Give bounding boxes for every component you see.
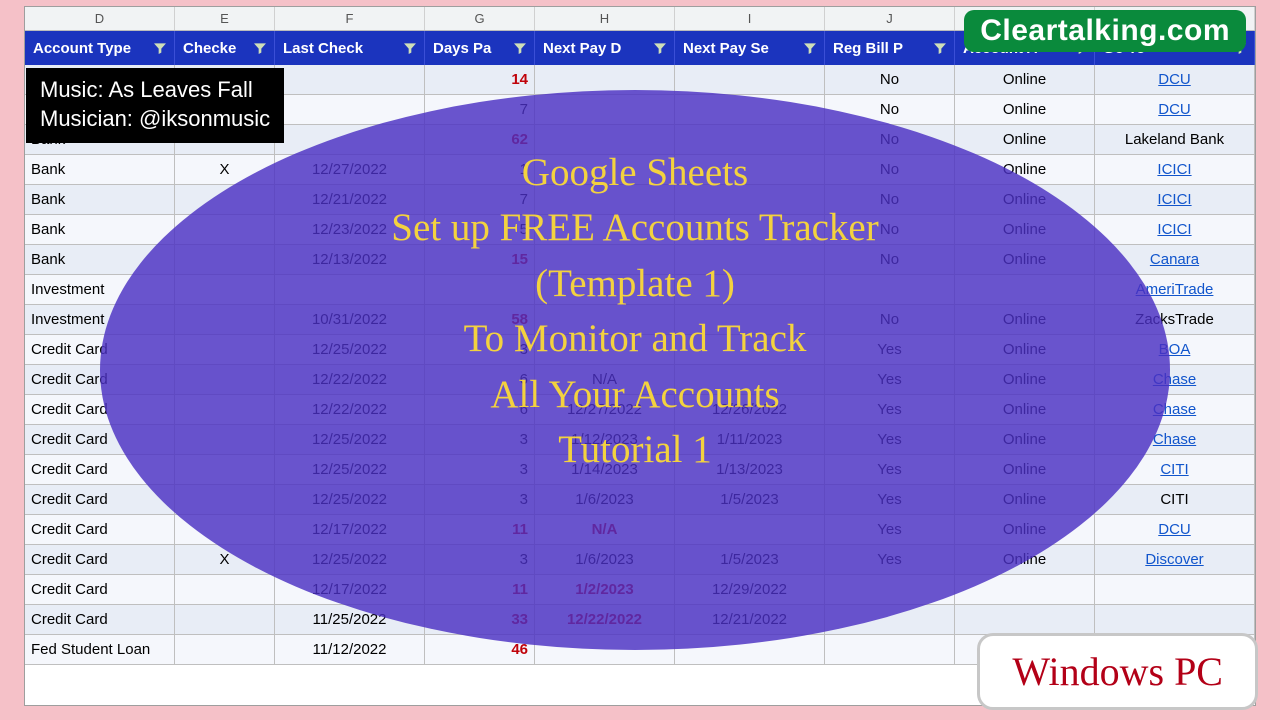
header-cell[interactable]: Days Pa <box>425 31 535 65</box>
header-label: Next Pay Se <box>683 40 769 57</box>
data-cell[interactable]: 14 <box>425 65 535 95</box>
header-label: Last Check <box>283 40 363 57</box>
goto-link[interactable]: Canara <box>1150 251 1199 268</box>
data-cell[interactable]: Credit Card <box>25 545 175 575</box>
platform-badge: Windows PC <box>977 633 1258 710</box>
data-cell[interactable]: Online <box>955 65 1095 95</box>
music-credit-line2: Musician: @iksonmusic <box>40 105 270 134</box>
header-cell[interactable]: Next Pay Se <box>675 31 825 65</box>
title-line: Tutorial 1 <box>120 422 1150 477</box>
header-label: Next Pay D <box>543 40 621 57</box>
goto-cell[interactable]: Discover <box>1095 545 1255 575</box>
goto-cell[interactable] <box>1095 605 1255 635</box>
title-line: All Your Accounts <box>120 367 1150 422</box>
goto-cell[interactable] <box>1095 575 1255 605</box>
column-letter[interactable]: H <box>535 7 675 30</box>
data-cell[interactable]: Online <box>955 95 1095 125</box>
header-cell[interactable]: Reg Bill P <box>825 31 955 65</box>
goto-link[interactable]: CITI <box>1160 461 1188 478</box>
column-letter[interactable]: D <box>25 7 175 30</box>
data-cell[interactable]: No <box>825 65 955 95</box>
data-cell[interactable] <box>825 635 955 665</box>
goto-cell[interactable]: CITI <box>1095 485 1255 515</box>
column-letter[interactable]: J <box>825 7 955 30</box>
data-cell[interactable] <box>175 635 275 665</box>
filter-icon[interactable] <box>252 40 268 56</box>
data-cell[interactable]: Credit Card <box>25 575 175 605</box>
filter-icon[interactable] <box>802 40 818 56</box>
header-label: Account Type <box>33 40 131 57</box>
column-letter[interactable]: G <box>425 7 535 30</box>
data-cell[interactable]: 11/12/2022 <box>275 635 425 665</box>
title-line: To Monitor and Track <box>120 311 1150 366</box>
header-cell[interactable]: Checke <box>175 31 275 65</box>
title-line: (Template 1) <box>120 256 1150 311</box>
goto-link[interactable]: DCU <box>1158 101 1191 118</box>
goto-cell[interactable]: DCU <box>1095 65 1255 95</box>
data-cell[interactable]: Credit Card <box>25 515 175 545</box>
overlay-title: Google SheetsSet up FREE Accounts Tracke… <box>120 145 1150 477</box>
filter-icon[interactable] <box>512 40 528 56</box>
title-line: Google Sheets <box>120 145 1150 200</box>
filter-icon[interactable] <box>652 40 668 56</box>
data-cell[interactable]: Credit Card <box>25 605 175 635</box>
data-cell[interactable] <box>275 65 425 95</box>
goto-link[interactable]: DCU <box>1158 521 1191 538</box>
data-cell[interactable] <box>175 575 275 605</box>
column-letter[interactable]: E <box>175 7 275 30</box>
goto-link[interactable]: ICICI <box>1157 191 1191 208</box>
column-letter[interactable]: F <box>275 7 425 30</box>
goto-link[interactable]: ICICI <box>1157 221 1191 238</box>
title-line: Set up FREE Accounts Tracker <box>120 200 1150 255</box>
goto-link[interactable]: Discover <box>1145 551 1203 568</box>
filter-icon[interactable] <box>402 40 418 56</box>
goto-cell[interactable]: DCU <box>1095 515 1255 545</box>
filter-icon[interactable] <box>932 40 948 56</box>
header-cell[interactable]: Next Pay D <box>535 31 675 65</box>
goto-cell[interactable]: DCU <box>1095 95 1255 125</box>
music-credit-line1: Music: As Leaves Fall <box>40 76 270 105</box>
header-label: Days Pa <box>433 40 491 57</box>
column-letter[interactable]: I <box>675 7 825 30</box>
header-label: Checke <box>183 40 236 57</box>
header-label: Reg Bill P <box>833 40 903 57</box>
data-cell[interactable]: Fed Student Loan <box>25 635 175 665</box>
goto-link[interactable]: ICICI <box>1157 161 1191 178</box>
goto-link[interactable]: DCU <box>1158 71 1191 88</box>
filter-icon[interactable] <box>152 40 168 56</box>
header-cell[interactable]: Account Type <box>25 31 175 65</box>
data-cell[interactable] <box>675 65 825 95</box>
data-cell[interactable] <box>175 605 275 635</box>
brand-badge: Cleartalking.com <box>964 10 1246 52</box>
header-cell[interactable]: Last Check <box>275 31 425 65</box>
data-cell[interactable] <box>955 605 1095 635</box>
goto-link[interactable]: Chase <box>1153 431 1196 448</box>
music-credit-box: Music: As Leaves Fall Musician: @iksonmu… <box>26 68 284 143</box>
